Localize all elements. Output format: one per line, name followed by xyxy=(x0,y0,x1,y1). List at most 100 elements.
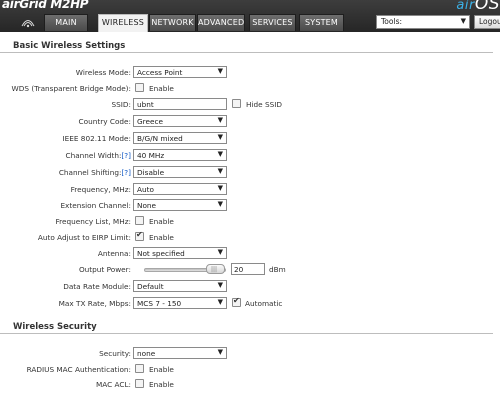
output-power-value: 20 xyxy=(234,265,244,274)
security-label: Security: xyxy=(99,349,131,358)
data-rate-module-row: Data Rate Module: Default ▼ xyxy=(0,280,500,294)
channel-width-select[interactable]: 40 MHz ▼ xyxy=(133,149,227,161)
wds-checkbox[interactable] xyxy=(135,83,144,92)
extension-channel-select[interactable]: None ▼ xyxy=(133,199,227,211)
max-tx-rate-select[interactable]: MCS 7 - 150 ▼ xyxy=(133,297,227,309)
chevron-down-icon: ▼ xyxy=(217,116,223,124)
channel-width-row: Channel Width:[?] 40 MHz ▼ xyxy=(0,149,500,163)
grip-icon: ||| xyxy=(211,266,218,273)
tools-dropdown[interactable]: Tools: ▼ xyxy=(376,15,470,29)
tab-wireless[interactable]: WIRELESS xyxy=(98,14,148,32)
wds-label: WDS (Transparent Bridge Mode): xyxy=(11,84,131,93)
chevron-down-icon: ▼ xyxy=(217,167,223,175)
auto-adjust-checkbox[interactable] xyxy=(135,230,144,241)
wireless-mode-select[interactable]: Access Point ▼ xyxy=(133,66,227,78)
data-rate-module-label: Data Rate Module: xyxy=(63,282,131,291)
channel-shifting-row: Channel Shifting:[?] Disable ▼ xyxy=(0,166,500,180)
airos-brand: airOS xyxy=(456,0,500,14)
security-select[interactable]: none ▼ xyxy=(133,347,227,359)
chevron-down-icon: ▼ xyxy=(217,67,223,75)
country-code-value: Greece xyxy=(137,117,163,126)
output-power-unit: dBm xyxy=(269,265,286,274)
section-divider xyxy=(0,52,493,53)
antenna-row: Antenna: Not specified ▼ xyxy=(0,247,500,261)
auto-adjust-label: Auto Adjust to EIRP Limit: xyxy=(37,233,131,242)
antenna-value: Not specified xyxy=(137,249,185,258)
wireless-mode-row: Wireless Mode: Access Point ▼ xyxy=(0,66,500,80)
wireless-mode-value: Access Point xyxy=(137,68,183,77)
frequency-list-checkbox[interactable] xyxy=(135,216,144,225)
chevron-down-icon: ▼ xyxy=(217,248,223,256)
data-rate-module-value: Default xyxy=(137,282,164,291)
extension-channel-value: None xyxy=(137,201,157,210)
tools-label: Tools: xyxy=(381,17,403,26)
ubiquiti-logo-icon[interactable] xyxy=(20,17,36,29)
tab-system[interactable]: SYSTEM xyxy=(299,14,344,31)
ssid-row: SSID: ubnt Hide SSID xyxy=(0,98,500,112)
output-power-slider-handle[interactable]: ||| xyxy=(206,264,225,274)
hide-ssid-checkbox[interactable] xyxy=(232,99,241,108)
ssid-input[interactable]: ubnt xyxy=(133,98,227,110)
security-row: Security: none ▼ xyxy=(0,347,500,361)
antenna-select[interactable]: Not specified ▼ xyxy=(133,247,227,259)
section-divider xyxy=(0,333,493,334)
radius-mac-checkbox[interactable] xyxy=(135,364,144,373)
ssid-value: ubnt xyxy=(137,100,154,109)
frequency-row: Frequency, MHz: Auto ▼ xyxy=(0,183,500,197)
logout-button[interactable]: Logout xyxy=(474,15,500,29)
channel-shifting-value: Disable xyxy=(137,168,165,177)
ieee-mode-label: IEEE 802.11 Mode: xyxy=(62,134,132,143)
mac-acl-label: MAC ACL: xyxy=(95,380,131,389)
frequency-list-row: Frequency List, MHz: Enable xyxy=(0,215,500,229)
chevron-down-icon: ▼ xyxy=(217,200,223,208)
frequency-list-enable-label: Enable xyxy=(149,217,174,226)
mac-acl-checkbox[interactable] xyxy=(135,379,144,388)
tab-network[interactable]: NETWORK xyxy=(149,14,196,31)
chevron-down-icon: ▼ xyxy=(217,184,223,192)
brand-suffix: OS xyxy=(474,0,500,14)
extension-channel-label: Extension Channel: xyxy=(60,201,131,210)
chevron-down-icon: ▼ xyxy=(217,133,223,141)
ieee-mode-select[interactable]: B/G/N mixed ▼ xyxy=(133,132,227,144)
country-code-row: Country Code: Greece ▼ xyxy=(0,115,500,129)
top-header: airGrid M2HP airOS MAIN WIRELESS NETWORK… xyxy=(0,0,500,32)
channel-shifting-help-link[interactable]: [?] xyxy=(121,168,131,177)
chevron-down-icon: ▼ xyxy=(460,17,466,25)
channel-width-help-link[interactable]: [?] xyxy=(121,151,131,160)
channel-width-value: 40 MHz xyxy=(137,151,165,160)
radius-mac-enable-label: Enable xyxy=(149,365,174,374)
tab-main[interactable]: MAIN xyxy=(44,14,88,31)
mac-acl-row: MAC ACL: Enable xyxy=(0,378,500,392)
output-power-label: Output Power: xyxy=(78,265,131,274)
basic-settings-title: Basic Wireless Settings xyxy=(13,41,126,51)
output-power-row: Output Power: ||| 20 dBm xyxy=(0,263,500,277)
output-power-input[interactable]: 20 xyxy=(231,263,265,275)
radius-mac-label: RADIUS MAC Authentication: xyxy=(26,365,131,374)
auto-adjust-enable-label: Enable xyxy=(149,233,174,242)
frequency-value: Auto xyxy=(137,185,154,194)
data-rate-module-select[interactable]: Default ▼ xyxy=(133,280,227,292)
wireless-security-title: Wireless Security xyxy=(13,322,97,332)
frequency-select[interactable]: Auto ▼ xyxy=(133,183,227,195)
auto-adjust-row: Auto Adjust to EIRP Limit: Enable xyxy=(0,230,500,245)
device-logo: airGrid M2HP xyxy=(2,0,89,11)
channel-width-label-group: Channel Width:[?] xyxy=(65,151,131,160)
hide-ssid-label: Hide SSID xyxy=(246,100,282,109)
max-tx-rate-value: MCS 7 - 150 xyxy=(137,299,182,308)
tab-services[interactable]: SERVICES xyxy=(249,14,296,31)
tab-advanced[interactable]: ADVANCED xyxy=(197,14,245,31)
channel-shifting-select[interactable]: Disable ▼ xyxy=(133,166,227,178)
ieee-mode-row: IEEE 802.11 Mode: B/G/N mixed ▼ xyxy=(0,132,500,146)
ssid-label: SSID: xyxy=(111,100,132,109)
wds-enable-label: Enable xyxy=(149,84,174,93)
radius-mac-row: RADIUS MAC Authentication: Enable xyxy=(0,363,500,377)
channel-width-label: Channel Width: xyxy=(65,151,122,160)
max-tx-rate-label: Max TX Rate, Mbps: xyxy=(58,299,131,308)
chevron-down-icon: ▼ xyxy=(217,281,223,289)
country-code-select[interactable]: Greece ▼ xyxy=(133,115,227,127)
max-tx-automatic-checkbox[interactable] xyxy=(232,296,241,307)
chevron-down-icon: ▼ xyxy=(217,150,223,158)
chevron-down-icon: ▼ xyxy=(217,348,223,356)
wireless-mode-label: Wireless Mode: xyxy=(75,68,131,77)
max-tx-rate-row: Max TX Rate, Mbps: MCS 7 - 150 ▼ Automat… xyxy=(0,296,500,311)
